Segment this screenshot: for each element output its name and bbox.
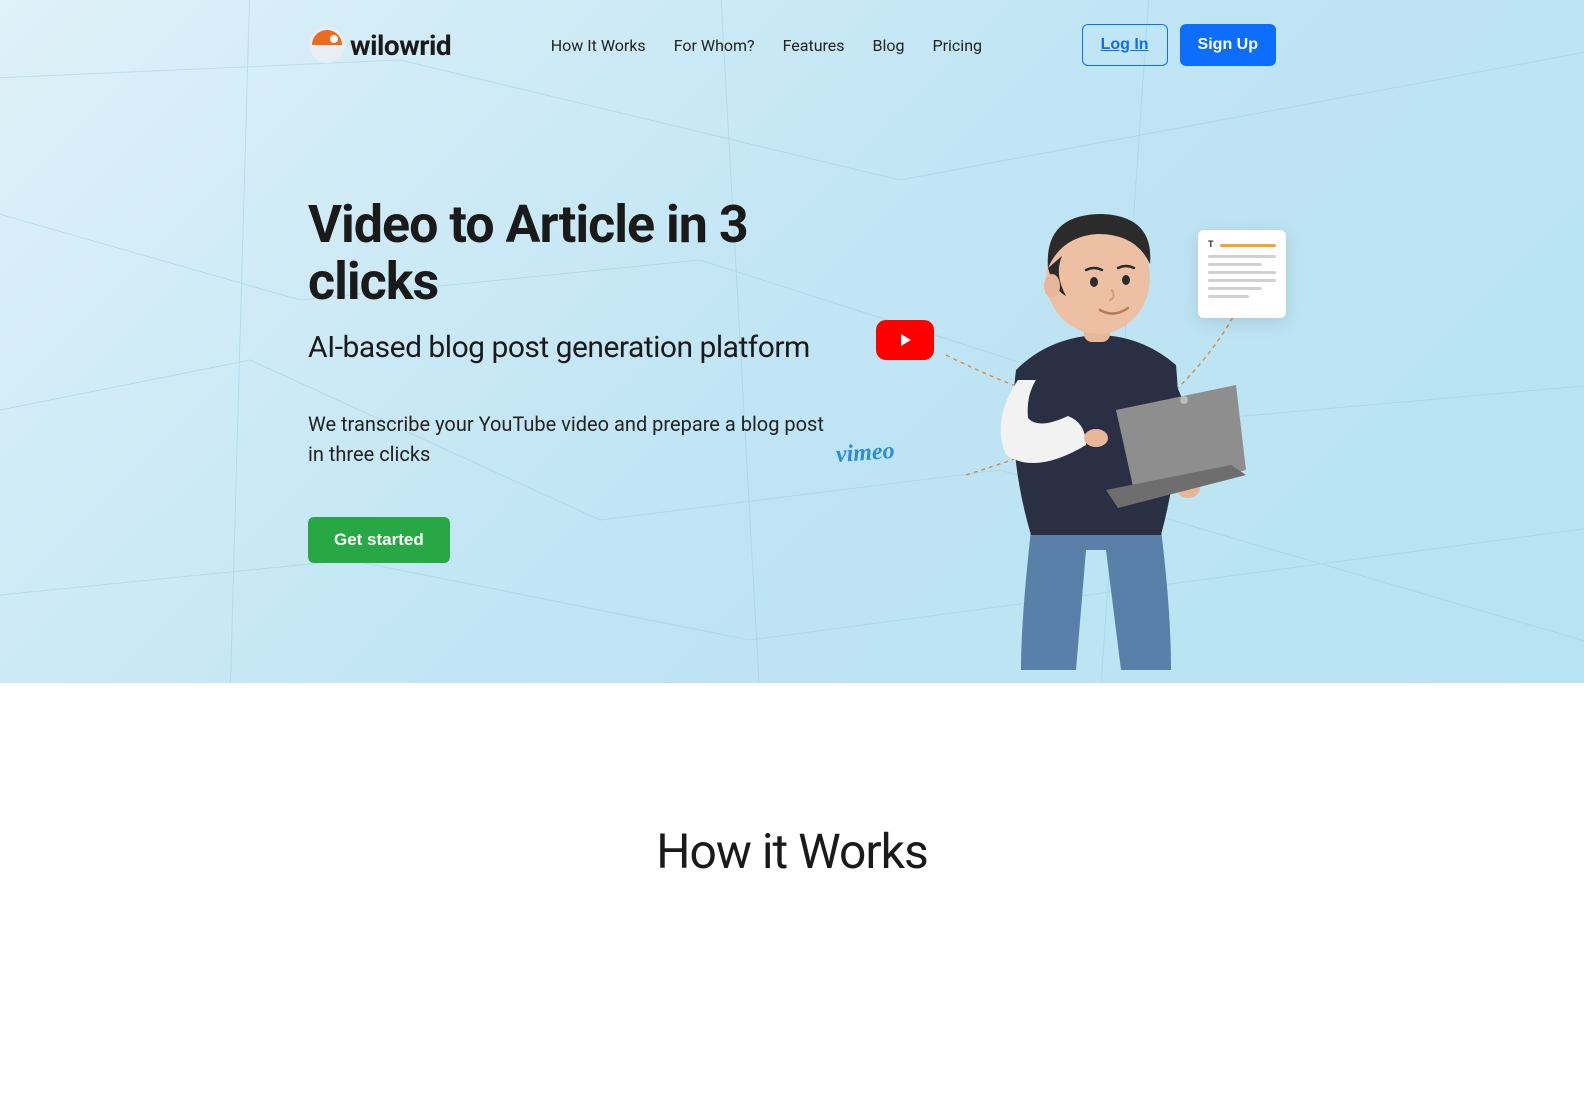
main-nav: How It Works For Whom? Features Blog Pri…: [551, 36, 982, 55]
hero-subtitle: AI-based blog post generation platform: [308, 330, 868, 365]
logo[interactable]: wilowrid: [308, 26, 451, 64]
hero-text: Video to Article in 3 clicks AI-based bl…: [308, 196, 868, 563]
youtube-icon: [876, 320, 934, 360]
document-icon: T: [1198, 230, 1286, 318]
get-started-button[interactable]: Get started: [308, 517, 450, 563]
nav-pricing[interactable]: Pricing: [933, 36, 983, 55]
auth-buttons: Log In Sign Up: [1082, 24, 1276, 66]
header: wilowrid How It Works For Whom? Features…: [308, 0, 1276, 66]
hero-illustration: vimeo T: [876, 190, 1296, 670]
logo-icon: [308, 26, 346, 64]
hero-section: wilowrid How It Works For Whom? Features…: [0, 0, 1584, 683]
signup-button[interactable]: Sign Up: [1180, 24, 1276, 66]
section-title-how-it-works: How it Works: [0, 823, 1584, 880]
logo-wordmark: wilowrid: [350, 29, 451, 62]
vimeo-label: vimeo: [835, 438, 895, 469]
doc-letter: T: [1208, 240, 1214, 250]
login-button[interactable]: Log In: [1082, 24, 1168, 66]
hero-description: We transcribe your YouTube video and pre…: [308, 409, 828, 469]
hero-title: Video to Article in 3 clicks: [308, 196, 868, 310]
nav-for-whom[interactable]: For Whom?: [674, 36, 755, 55]
nav-how-it-works[interactable]: How It Works: [551, 36, 646, 55]
play-icon: [895, 330, 915, 350]
nav-blog[interactable]: Blog: [873, 36, 905, 55]
nav-features[interactable]: Features: [783, 36, 845, 55]
how-it-works-section: How it Works: [0, 683, 1584, 880]
